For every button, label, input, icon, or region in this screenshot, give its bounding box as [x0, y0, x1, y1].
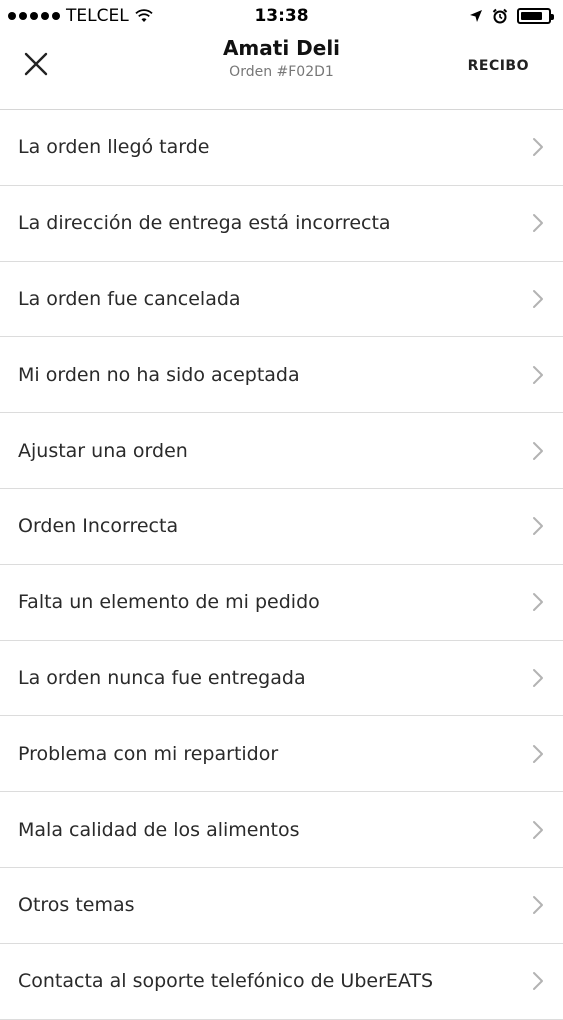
chevron-right-icon [531, 440, 545, 462]
issue-list-item[interactable]: La dirección de entrega está incorrecta [0, 186, 563, 262]
chevron-right-icon [531, 591, 545, 613]
chevron-right-icon [531, 819, 545, 841]
issue-label: La orden fue cancelada [18, 287, 241, 310]
issue-list-item[interactable]: Ajustar una orden [0, 413, 563, 489]
issue-label: La orden llegó tarde [18, 136, 210, 159]
battery-icon [517, 8, 554, 24]
chevron-right-icon [531, 894, 545, 916]
chevron-right-icon [531, 970, 545, 992]
issue-list-item[interactable]: Orden Incorrecta [0, 489, 563, 565]
receipt-button[interactable]: RECIBO [468, 58, 529, 74]
issue-list-item[interactable]: Problema con mi repartidor [0, 716, 563, 793]
chevron-right-icon [531, 667, 545, 689]
issue-list-item[interactable]: Contacta al soporte telefónico de UberEA… [0, 944, 563, 1020]
issue-list: La orden llegó tarde La dirección de entr… [0, 110, 563, 1020]
issue-label: Ajustar una orden [18, 439, 188, 462]
alarm-icon [492, 8, 508, 24]
chevron-right-icon [531, 288, 545, 310]
issue-label: Orden Incorrecta [18, 515, 179, 538]
navigation-bar: Amati Deli Orden #F02D1 RECIBO [0, 32, 563, 110]
issue-list-item[interactable]: Otros temas [0, 868, 563, 944]
issue-list-item[interactable]: Mi orden no ha sido aceptada [0, 337, 563, 414]
chevron-right-icon [531, 136, 545, 158]
chevron-right-icon [531, 743, 545, 765]
chevron-right-icon [531, 515, 545, 537]
issue-label: Otros temas [18, 894, 135, 917]
wifi-icon [135, 9, 153, 22]
issue-label: Mi orden no ha sido aceptada [18, 363, 300, 386]
status-bar: TELCEL 13:38 [0, 0, 563, 32]
chevron-right-icon [531, 212, 545, 234]
issue-list-item[interactable]: La orden nunca fue entregada [0, 641, 563, 717]
issue-list-item[interactable]: La orden llegó tarde [0, 110, 563, 186]
issue-label: Problema con mi repartidor [18, 742, 279, 765]
issue-list-item[interactable]: La orden fue cancelada [0, 262, 563, 338]
issue-list-item[interactable]: Falta un elemento de mi pedido [0, 565, 563, 641]
issue-label: La dirección de entrega está incorrecta [18, 212, 391, 235]
signal-strength-icon [8, 12, 60, 20]
issue-label: La orden nunca fue entregada [18, 666, 306, 689]
issue-label: Mala calidad de los alimentos [18, 818, 300, 841]
issue-list-item[interactable]: Mala calidad de los alimentos [0, 792, 563, 868]
carrier-name: TELCEL [66, 6, 129, 26]
issue-label: Contacta al soporte telefónico de UberEA… [18, 970, 434, 993]
page-title: Amati Deli [222, 36, 341, 60]
issue-label: Falta un elemento de mi pedido [18, 591, 320, 614]
chevron-right-icon [531, 364, 545, 386]
location-arrow-icon [470, 10, 482, 22]
